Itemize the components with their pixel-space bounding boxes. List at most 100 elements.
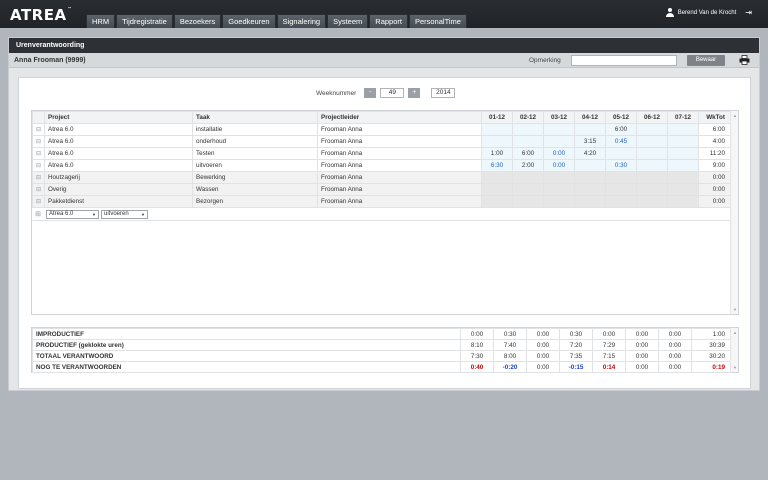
main-nav: HRM Tijdregistratie Bezoekers Goedkeuren… (86, 14, 468, 28)
cell-hours[interactable] (481, 123, 513, 136)
cell-hours[interactable] (512, 183, 544, 196)
row-collapse-icon[interactable]: ⊟ (32, 135, 45, 148)
cell-hours[interactable]: 0:00 (543, 147, 575, 160)
cell-hours[interactable] (574, 123, 606, 136)
row-collapse-icon[interactable]: ⊟ (32, 183, 45, 196)
add-row-icon[interactable]: ⊞ (32, 210, 44, 218)
new-entry-row: ⊞ Atrea 6.0 ▼ uitvoeren ▼ (32, 208, 148, 220)
cell-hours[interactable] (543, 195, 575, 208)
cell-hours[interactable] (667, 147, 699, 160)
row-collapse-icon[interactable]: ⊟ (32, 147, 45, 160)
cell-hours[interactable] (574, 171, 606, 184)
header-project[interactable]: Project (44, 111, 193, 124)
cell-hours[interactable] (667, 171, 699, 184)
cell-hours[interactable] (574, 195, 606, 208)
table-row[interactable]: ⊟ Houtzagerij Bewerking Frooman Anna 0:00 (32, 171, 732, 184)
summary-scrollbar[interactable]: ▲ ▼ (730, 328, 738, 372)
week-year-input[interactable]: 2014 (431, 88, 456, 98)
user-menu[interactable]: Berend Van de Krocht ⇥ (665, 8, 752, 17)
remark-input[interactable] (571, 55, 677, 66)
cell-hours[interactable] (543, 171, 575, 184)
cell-hours[interactable] (636, 159, 668, 172)
cell-hours[interactable] (481, 195, 513, 208)
cell-hours[interactable] (636, 183, 668, 196)
cell-hours[interactable] (481, 135, 513, 148)
row-collapse-icon[interactable]: ⊟ (32, 171, 45, 184)
cell-project: Atrea 6.0 (44, 135, 193, 148)
nav-bezoekers[interactable]: Bezoekers (173, 14, 222, 28)
cell-hours[interactable] (605, 171, 637, 184)
cell-hours[interactable]: 0:45 (605, 135, 637, 148)
cell-hours[interactable] (543, 135, 575, 148)
cell-hours[interactable] (512, 171, 544, 184)
row-collapse-icon[interactable]: ⊟ (32, 123, 45, 136)
cell-hours[interactable] (543, 183, 575, 196)
cell-hours[interactable] (667, 123, 699, 136)
scroll-down-icon[interactable]: ▼ (732, 365, 738, 370)
cell-hours[interactable] (481, 183, 513, 196)
cell-hours[interactable] (512, 123, 544, 136)
cell-hours[interactable]: 6:00 (605, 123, 637, 136)
cell-week-total: 0:00 (698, 171, 732, 184)
cell-hours[interactable] (636, 135, 668, 148)
cell-hours[interactable] (574, 159, 606, 172)
cell-hours[interactable] (605, 147, 637, 160)
cell-hours[interactable]: 4:20 (574, 147, 606, 160)
cell-hours[interactable] (667, 183, 699, 196)
cell-hours[interactable] (667, 159, 699, 172)
save-button[interactable]: Bewaar (687, 55, 725, 66)
header-task[interactable]: Taak (192, 111, 318, 124)
table-row[interactable]: ⊟ Pakketdienst Bezorgen Frooman Anna 0:00 (32, 195, 732, 208)
logo-trademark: ™ (67, 6, 73, 11)
nav-personaltime[interactable]: PersonalTime (408, 14, 467, 28)
cell-hours[interactable] (543, 123, 575, 136)
cell-hours[interactable] (481, 171, 513, 184)
cell-hours[interactable]: 3:15 (574, 135, 606, 148)
cell-hours[interactable]: 0:00 (543, 159, 575, 172)
nav-tijdregistratie[interactable]: Tijdregistratie (116, 14, 173, 28)
scroll-down-icon[interactable]: ▼ (732, 307, 738, 312)
table-row[interactable]: ⊟ Atrea 6.0 installatie Frooman Anna 6:00 6:0… (32, 123, 732, 136)
cell-hours[interactable]: 2:00 (512, 159, 544, 172)
scroll-up-icon[interactable]: ▲ (732, 330, 738, 335)
cell-hours[interactable] (636, 171, 668, 184)
cell-hours[interactable]: 6:00 (512, 147, 544, 160)
week-prev-button[interactable]: - (364, 88, 377, 98)
nav-rapport[interactable]: Rapport (369, 14, 408, 28)
table-row[interactable]: ⊟ Overig Wassen Frooman Anna 0:00 (32, 183, 732, 196)
cell-hours[interactable] (512, 195, 544, 208)
print-icon[interactable] (739, 55, 750, 65)
grid-scrollbar[interactable]: ▲ ▼ (730, 111, 738, 314)
table-row[interactable]: ⊟ Atrea 6.0 onderhoud Frooman Anna 3:15 0:45 4… (32, 135, 732, 148)
week-number-input[interactable]: 49 (380, 88, 405, 98)
cell-hours[interactable] (605, 183, 637, 196)
cell-hours[interactable] (667, 135, 699, 148)
cell-hours[interactable] (605, 195, 637, 208)
nav-systeem[interactable]: Systeem (327, 14, 369, 28)
nav-goedkeuren[interactable]: Goedkeuren (222, 14, 276, 28)
cell-hours[interactable] (636, 123, 668, 136)
cell-hours[interactable] (574, 183, 606, 196)
cell-task: onderhoud (192, 135, 318, 148)
cell-hours[interactable] (667, 195, 699, 208)
cell-hours[interactable]: 1:00 (481, 147, 513, 160)
header-day: 05-12 (605, 111, 637, 124)
cell-hours[interactable] (512, 135, 544, 148)
table-row[interactable]: ⊟ Atrea 6.0 Testen Frooman Anna 1:00 6:00 0:00… (32, 147, 732, 160)
header-leader[interactable]: Projectleider (317, 111, 482, 124)
table-row[interactable]: ⊟ Atrea 6.0 uitvoeren Frooman Anna 6:30 2:00 0… (32, 159, 732, 172)
cell-hours[interactable]: 6:30 (481, 159, 513, 172)
new-project-select[interactable]: Atrea 6.0 ▼ (46, 209, 99, 219)
row-collapse-icon[interactable]: ⊟ (32, 159, 45, 172)
row-collapse-icon[interactable]: ⊟ (32, 195, 45, 208)
app-logo[interactable]: ATREA™ (10, 6, 72, 24)
scroll-up-icon[interactable]: ▲ (732, 113, 738, 118)
cell-hours[interactable]: 0:30 (605, 159, 637, 172)
cell-hours[interactable] (636, 195, 668, 208)
week-next-button[interactable]: + (408, 88, 421, 98)
nav-signalering[interactable]: Signalering (276, 14, 327, 28)
logout-icon[interactable]: ⇥ (745, 8, 752, 17)
nav-hrm[interactable]: HRM (86, 14, 116, 28)
new-task-select[interactable]: uitvoeren ▼ (101, 209, 148, 219)
cell-hours[interactable] (636, 147, 668, 160)
